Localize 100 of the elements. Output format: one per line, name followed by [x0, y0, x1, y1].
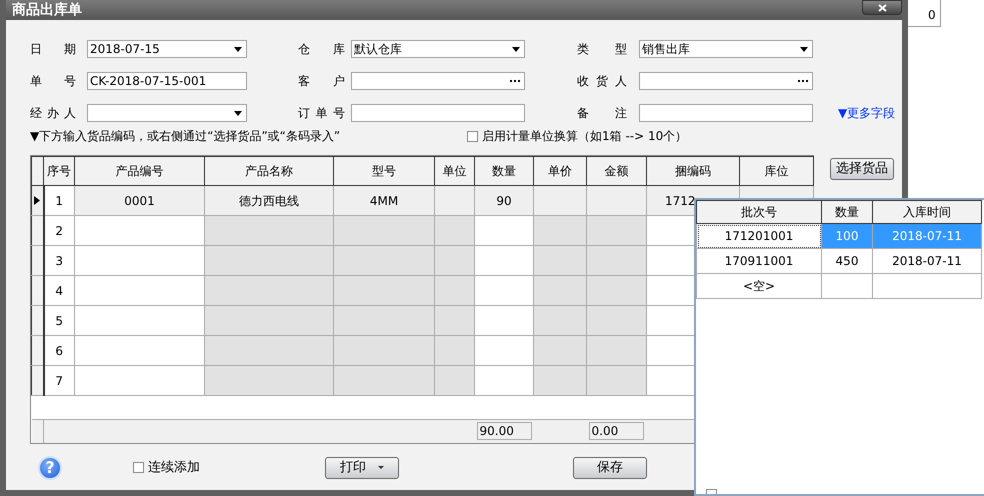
dropdown-field[interactable]: 销售出库: [639, 40, 813, 58]
checkbox[interactable]: [467, 130, 478, 142]
table-cell: [474, 246, 534, 276]
table-cell: [434, 276, 474, 306]
column-header[interactable]: 单价: [534, 156, 586, 186]
column-header[interactable]: 产品名称: [204, 156, 334, 186]
batch-row[interactable]: 171201001 100 2018-07-11: [696, 224, 982, 248]
table-cell: [434, 246, 474, 276]
dropdown-field[interactable]: 2018-07-15: [87, 40, 247, 58]
column-header[interactable]: 单位: [434, 156, 474, 186]
input-field[interactable]: [639, 72, 813, 90]
batch-row[interactable]: 170911001 450 2018-07-11: [696, 248, 982, 274]
table-cell: [434, 306, 474, 336]
field-label: 日期: [30, 41, 76, 58]
dropdown-field[interactable]: 默认仓库: [351, 40, 525, 58]
column-header[interactable]: 批次号: [696, 200, 822, 224]
checkbox-label: 启用计量单位换算（如1箱 --> 10个）: [482, 128, 688, 145]
dropdown-field[interactable]: [87, 104, 247, 122]
row-header[interactable]: [32, 276, 44, 306]
close-button[interactable]: [862, 0, 902, 15]
window-title: 商品出库单: [11, 0, 82, 20]
caret-icon: [234, 110, 242, 116]
table-cell: [534, 246, 586, 276]
table-cell: [534, 336, 586, 366]
column-header[interactable]: 入库时间: [872, 200, 982, 224]
row-header[interactable]: [32, 366, 44, 396]
row-header[interactable]: [32, 306, 44, 336]
row-header[interactable]: [32, 246, 44, 276]
table-cell: 4: [44, 276, 74, 306]
field-label: 单号: [30, 73, 76, 90]
save-button[interactable]: 保存: [573, 456, 647, 478]
current-row-icon: [34, 196, 40, 205]
select-goods-button[interactable]: 选择货品: [830, 158, 894, 180]
close-icon: [878, 4, 886, 12]
table-cell: 170911001: [696, 248, 822, 274]
row-header[interactable]: [32, 186, 44, 216]
caret-icon: [234, 46, 242, 52]
table-cell: 171201001: [696, 224, 822, 248]
table-cell: [586, 186, 646, 216]
caret-icon: [800, 46, 808, 52]
checkbox-label: 连续添加: [148, 458, 200, 477]
table-cell: 2018-07-11: [872, 224, 982, 248]
input-field[interactable]: [351, 104, 525, 122]
table-cell: 5: [44, 306, 74, 336]
column-header[interactable]: 数量: [822, 200, 872, 224]
caret-icon: [378, 466, 384, 469]
checkbox[interactable]: [133, 462, 144, 473]
input-field[interactable]: [351, 72, 525, 90]
input-field[interactable]: [639, 104, 813, 122]
table-cell: [474, 336, 534, 366]
column-header[interactable]: 产品编号: [74, 156, 204, 186]
field-label: 备注: [577, 105, 627, 122]
table-cell: [586, 276, 646, 306]
table-cell: [534, 276, 586, 306]
input-field[interactable]: CK-2018-07-15-001: [87, 72, 247, 90]
column-header[interactable]: 库位: [740, 156, 814, 186]
table-cell: 0001: [74, 186, 204, 216]
table-cell: 7: [44, 366, 74, 396]
table-cell: <空>: [696, 274, 822, 298]
table-cell: 2018-07-11: [872, 248, 982, 274]
more-fields-link[interactable]: ▼更多字段: [838, 106, 896, 120]
table-cell: [474, 276, 534, 306]
table-cell: 德力西电线: [204, 186, 334, 216]
batch-row[interactable]: <空>: [696, 274, 982, 298]
table-cell: 2: [44, 216, 74, 246]
table-cell: [434, 336, 474, 366]
table-cell: 4MM: [334, 186, 434, 216]
column-header[interactable]: 数量: [474, 156, 534, 186]
table-cell: 450: [822, 248, 872, 274]
checkbox[interactable]: [706, 489, 717, 494]
table-cell: [586, 336, 646, 366]
column-header[interactable]: 型号: [334, 156, 434, 186]
row-header[interactable]: [32, 216, 44, 246]
table-cell: 3: [44, 246, 74, 276]
table-cell: 100: [822, 224, 872, 248]
instruction-text: ▼下方输入货品编码，或右侧通过“选择货品”或“条码录入”: [30, 128, 342, 145]
print-button[interactable]: 打印: [325, 456, 399, 478]
table-cell: 1: [44, 186, 74, 216]
table-cell: [586, 246, 646, 276]
table-cell: [534, 306, 586, 336]
corner-header: [32, 156, 44, 186]
table-cell: [534, 186, 586, 216]
table-cell: 90: [474, 186, 534, 216]
table-cell: [586, 306, 646, 336]
field-label: 仓库: [298, 41, 345, 58]
column-header[interactable]: 捆编码: [646, 156, 740, 186]
field-label: 收货人: [577, 73, 627, 90]
total-field: 0.00: [588, 422, 644, 440]
sheet-cell: 0: [908, 0, 941, 27]
column-header[interactable]: 序号: [44, 156, 74, 186]
row-header[interactable]: [32, 336, 44, 366]
field-label: 类型: [577, 41, 627, 58]
column-header[interactable]: 金额: [586, 156, 646, 186]
table-cell: [434, 186, 474, 216]
total-field: 90.00: [476, 422, 532, 440]
field-label: 客户: [298, 73, 345, 90]
field-label: 订单号: [298, 105, 345, 122]
table-cell: [822, 274, 872, 298]
table-cell: [474, 306, 534, 336]
caret-icon: [512, 46, 520, 52]
